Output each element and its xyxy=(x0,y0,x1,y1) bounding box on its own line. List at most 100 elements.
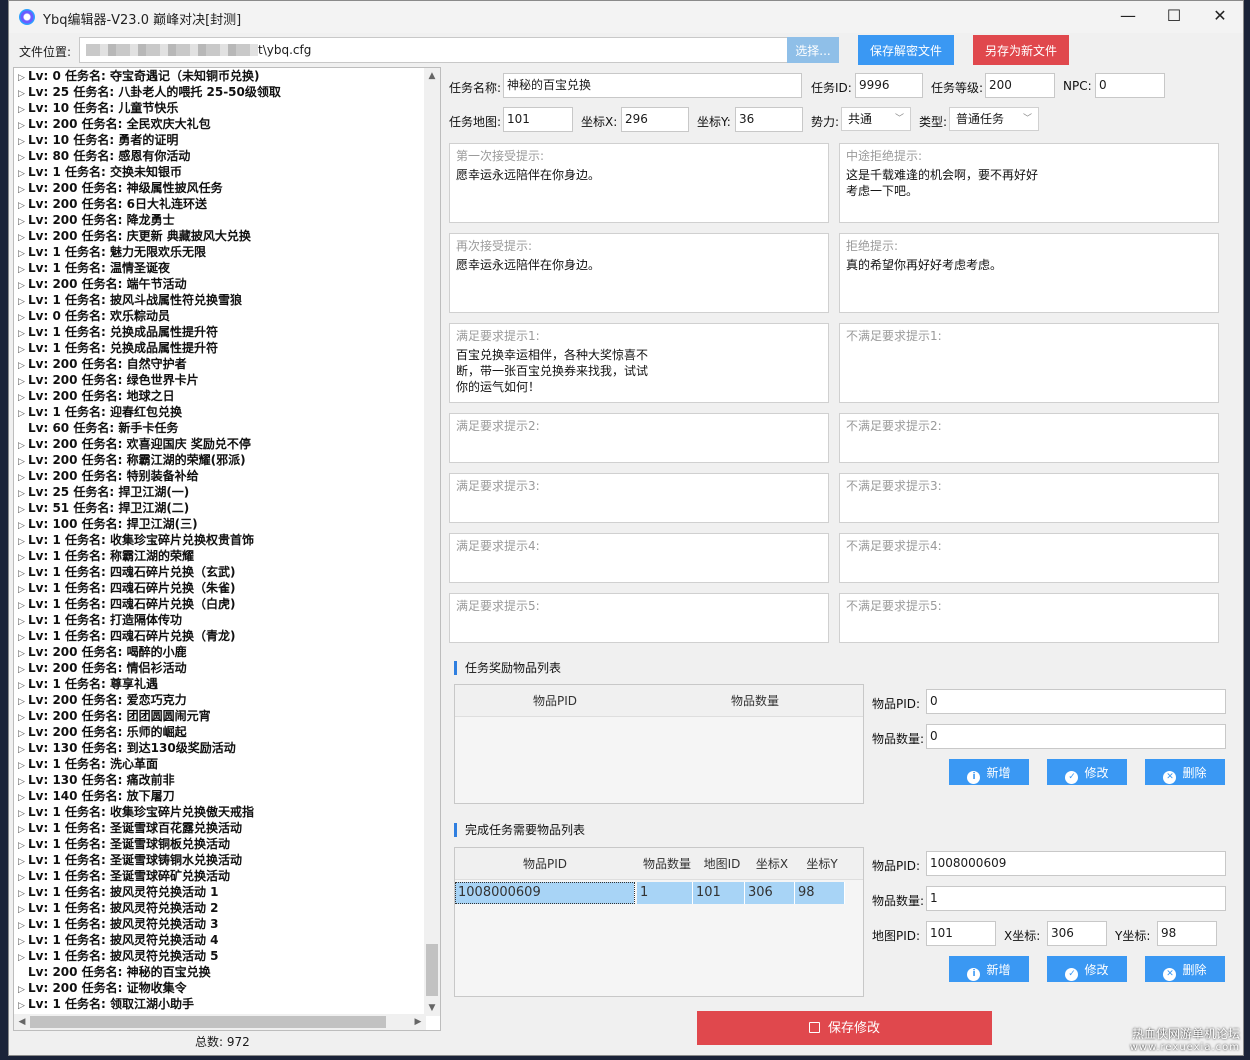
tree-item[interactable]: ▷ Lv: 1 任务名: 魅力无限欢乐无限 xyxy=(14,244,426,260)
cell-coord-y[interactable]: 98 xyxy=(795,882,845,904)
reward-pid-input[interactable]: 0 xyxy=(926,689,1226,714)
col-coord-y[interactable]: 坐标Y xyxy=(797,848,847,880)
tree-item[interactable]: ▷ Lv: 1 任务名: 称霸江湖的荣耀 xyxy=(14,548,426,564)
reward-edit-button[interactable]: ✓ 修改 xyxy=(1047,759,1127,785)
cell-map-id[interactable]: 101 xyxy=(693,882,745,904)
tree-item[interactable]: ▷ Lv: 1 任务名: 四魂石碎片兑换（青龙) xyxy=(14,628,426,644)
tree-item[interactable]: ▷ Lv: 200 任务名: 庆更新 典藏披风大兑换 xyxy=(14,228,426,244)
tree-item[interactable]: ▷ Lv: 130 任务名: 痛改前非 xyxy=(14,772,426,788)
tree-item[interactable]: ▷ Lv: 1 任务名: 洗心革面 xyxy=(14,756,426,772)
prompt-textarea[interactable]: 不满足要求提示4: xyxy=(839,533,1219,583)
prompt-textarea[interactable]: 满足要求提示3: xyxy=(449,473,829,523)
tree-item[interactable]: ▷ Lv: 0 任务名: 夺宝奇遇记（未知铜币兑换) xyxy=(14,68,426,84)
tree-item[interactable]: ▷ Lv: 200 任务名: 乐师的崛起 xyxy=(14,724,426,740)
tree-item[interactable]: ▷ Lv: 1 任务名: 四魂石碎片兑换（玄武) xyxy=(14,564,426,580)
browse-button[interactable]: 选择... xyxy=(787,37,839,63)
tree-item[interactable]: ▷ Lv: 200 任务名: 降龙勇士 xyxy=(14,212,426,228)
prompt-textarea[interactable]: 不满足要求提示3: xyxy=(839,473,1219,523)
tree-item[interactable]: ▷ Lv: 1 任务名: 披风灵符兑换活动 4 xyxy=(14,932,426,948)
cell-item-qty[interactable]: 1 xyxy=(637,882,693,904)
save-as-new-button[interactable]: 另存为新文件 xyxy=(973,35,1069,65)
tree-item[interactable]: ▷ Lv: 200 任务名: 神级属性披风任务 xyxy=(14,180,426,196)
maximize-button[interactable]: ☐ xyxy=(1151,1,1197,33)
required-edit-button[interactable]: ✓ 修改 xyxy=(1047,956,1127,982)
required-map-input[interactable]: 101 xyxy=(926,921,996,946)
tree-item[interactable]: ▷ Lv: 200 任务名: 证物收集令 xyxy=(14,980,426,996)
save-changes-button[interactable]: 保存修改 xyxy=(697,1011,992,1045)
file-path-input[interactable]: t\ybq.cfg xyxy=(79,37,795,63)
type-select[interactable]: 普通任务 ﹀ xyxy=(949,107,1039,131)
tree-item[interactable]: ▷ Lv: 51 任务名: 捍卫江湖(二) xyxy=(14,500,426,516)
tree-item[interactable]: ▷ Lv: 25 任务名: 八卦老人的喂托 25-50级领取 xyxy=(14,84,426,100)
expand-triangle-icon[interactable]: ▷ xyxy=(14,998,28,1014)
tree-item[interactable]: ▷ Lv: 1 任务名: 披风灵符兑换活动 2 xyxy=(14,900,426,916)
tree-item[interactable]: ▷ Lv: 25 任务名: 捍卫江湖(一) xyxy=(14,484,426,500)
col-item-pid[interactable]: 物品PID xyxy=(455,848,635,880)
prompt-textarea[interactable]: 不满足要求提示2: xyxy=(839,413,1219,463)
reward-add-button[interactable]: i 新增 xyxy=(949,759,1029,785)
tree-item[interactable]: ▷ Lv: 200 任务名: 端午节活动 xyxy=(14,276,426,292)
tree-item[interactable]: ▷ Lv: 200 任务名: 爱恋巧克力 xyxy=(14,692,426,708)
tree-item[interactable]: ▷ Lv: 10 任务名: 勇者的证明 xyxy=(14,132,426,148)
task-id-input[interactable]: 9996 xyxy=(855,73,923,98)
table-row[interactable]: 1008000609 1 101 306 98 xyxy=(455,882,845,904)
tree-item[interactable]: Lv: 60 任务名: 新手卡任务 xyxy=(14,420,426,436)
tree-item[interactable]: ▷ Lv: 200 任务名: 绿色世界卡片 xyxy=(14,372,426,388)
coord-x-input[interactable]: 296 xyxy=(621,107,689,132)
col-map-id[interactable]: 地图ID xyxy=(697,848,747,880)
tree-item[interactable]: ▷ Lv: 1 任务名: 领取江湖小助手 xyxy=(14,996,426,1012)
col-coord-x[interactable]: 坐标X xyxy=(747,848,797,880)
tree-item[interactable]: ▷ Lv: 1 任务名: 收集珍宝碎片兑换傲天戒指 xyxy=(14,804,426,820)
cell-item-pid[interactable]: 1008000609 xyxy=(455,882,635,904)
tree-item[interactable]: ▷ Lv: 0 任务名: 欢乐粽动员 xyxy=(14,308,426,324)
required-x-input[interactable]: 306 xyxy=(1047,921,1107,946)
required-qty-input[interactable]: 1 xyxy=(926,886,1226,911)
col-item-qty[interactable]: 物品数量 xyxy=(655,685,855,717)
tree-item[interactable]: ▷ Lv: 130 任务名: 到达130级奖励活动 xyxy=(14,740,426,756)
tree-item[interactable]: ▷ Lv: 1 任务名: 四魂石碎片兑换（白虎) xyxy=(14,596,426,612)
tree-item[interactable]: ▷ Lv: 10 任务名: 儿童节快乐 xyxy=(14,100,426,116)
tree-item[interactable]: ▷ Lv: 200 任务名: 喝醉的小鹿 xyxy=(14,644,426,660)
tree-item[interactable]: ▷ Lv: 1 任务名: 圣诞雪球碎矿兑换活动 xyxy=(14,868,426,884)
tree-item[interactable]: ▷ Lv: 200 任务名: 地球之日 xyxy=(14,388,426,404)
tree-item[interactable]: ▷ Lv: 1 任务名: 收集珍宝碎片兑换权贵首饰 xyxy=(14,532,426,548)
required-y-input[interactable]: 98 xyxy=(1157,921,1217,946)
tree-item[interactable]: ▷ Lv: 1 任务名: 四魂石碎片兑换（朱雀) xyxy=(14,580,426,596)
npc-input[interactable]: 0 xyxy=(1095,73,1165,98)
tree-item[interactable]: ▷ Lv: 1 任务名: 圣诞雪球百花露兑换活动 xyxy=(14,820,426,836)
tree-item[interactable]: ▷ Lv: 200 任务名: 称霸江湖的荣耀(邪派) xyxy=(14,452,426,468)
col-item-pid[interactable]: 物品PID xyxy=(455,685,655,717)
tree-item[interactable]: ▷ Lv: 1 任务名: 披风斗战属性符兑换雪狼 xyxy=(14,292,426,308)
prompt-textarea[interactable]: 再次接受提示: 愿幸运永远陪伴在你身边。 xyxy=(449,233,829,313)
tree-item[interactable]: ▷ Lv: 1 任务名: 交换未知银币 xyxy=(14,164,426,180)
col-item-qty[interactable]: 物品数量 xyxy=(637,848,697,880)
prompt-textarea[interactable]: 不满足要求提示5: xyxy=(839,593,1219,643)
tree-item[interactable]: ▷ Lv: 80 任务名: 感恩有你活动 xyxy=(14,148,426,164)
task-name-input[interactable]: 神秘的百宝兑换 xyxy=(503,73,802,98)
tree-item[interactable]: ▷ Lv: 1 任务名: 尊享礼遇 xyxy=(14,676,426,692)
scroll-down-icon[interactable]: ▼ xyxy=(424,1000,440,1016)
tree-item[interactable]: ▷ Lv: 140 任务名: 放下屠刀 xyxy=(14,788,426,804)
prompt-textarea[interactable]: 不满足要求提示1: xyxy=(839,323,1219,403)
tree-item[interactable]: ▷ Lv: 1 任务名: 温情圣诞夜 xyxy=(14,260,426,276)
required-grid[interactable]: 物品PID 物品数量 地图ID 坐标X 坐标Y 1008000609 1 101… xyxy=(454,847,864,997)
reward-delete-button[interactable]: ✕ 删除 xyxy=(1145,759,1225,785)
tree-item[interactable]: ▷ Lv: 1 任务名: 圣诞雪球铸铜水兑换活动 xyxy=(14,852,426,868)
tree-item[interactable]: Lv: 200 任务名: 神秘的百宝兑换 xyxy=(14,964,426,980)
reward-qty-input[interactable]: 0 xyxy=(926,724,1226,749)
faction-select[interactable]: 共通 ﹀ xyxy=(841,107,911,131)
cell-coord-x[interactable]: 306 xyxy=(745,882,795,904)
map-input[interactable]: 101 xyxy=(503,107,573,132)
tree-item[interactable]: ▷ Lv: 200 任务名: 6日大礼连环送 xyxy=(14,196,426,212)
required-delete-button[interactable]: ✕ 删除 xyxy=(1145,956,1225,982)
tree-item[interactable]: ▷ Lv: 1 任务名: 打造隔体传功 xyxy=(14,612,426,628)
tree-item[interactable]: ▷ Lv: 1 任务名: 兑换成品属性提升符 xyxy=(14,324,426,340)
tree-item[interactable]: ▷ Lv: 100 任务名: 捍卫江湖(三) xyxy=(14,516,426,532)
prompt-textarea[interactable]: 满足要求提示5: xyxy=(449,593,829,643)
prompt-textarea[interactable]: 中途拒绝提示: 这是千载难逢的机会啊，要不再好好 考虑一下吧。 xyxy=(839,143,1219,223)
scroll-up-icon[interactable]: ▲ xyxy=(424,68,440,84)
prompt-textarea[interactable]: 拒绝提示: 真的希望你再好好考虑考虑。 xyxy=(839,233,1219,313)
scroll-right-icon[interactable]: ▶ xyxy=(410,1014,426,1030)
tree-item[interactable]: ▷ Lv: 200 任务名: 特别装备补给 xyxy=(14,468,426,484)
tree-item[interactable]: ▷ Lv: 1 任务名: 披风灵符兑换活动 3 xyxy=(14,916,426,932)
